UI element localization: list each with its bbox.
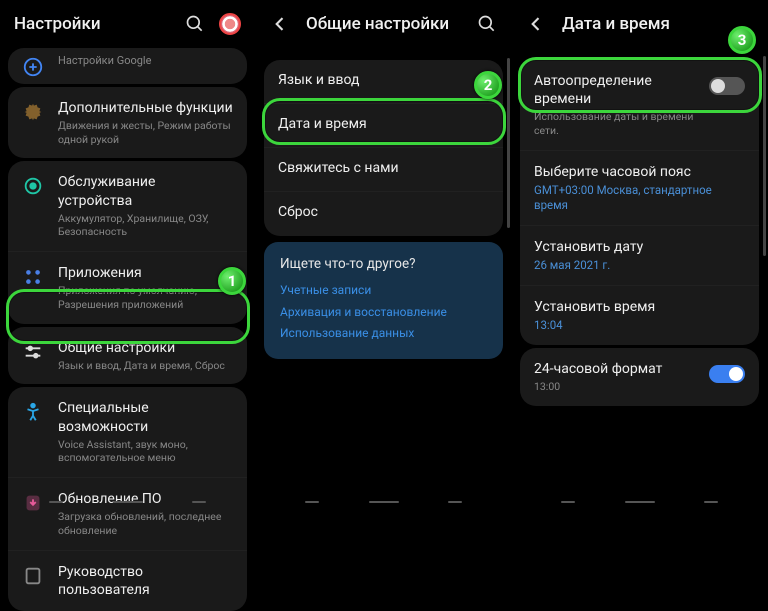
nav-bar[interactable] [256,491,511,513]
row-set-time[interactable]: Установить время 13:04 [520,286,759,345]
header-settings: Настройки [0,0,255,48]
row-sub: 13:04 [534,318,745,333]
card-advanced[interactable]: Дополнительные функции Движения и жесты, … [8,87,247,158]
row-timezone[interactable]: Выберите часовой пояс GMT+03:00 Москва, с… [520,151,759,226]
row-language[interactable]: Язык и ввод [264,60,503,104]
row-sub: Приложения по умолчанию, Разрешения прил… [58,284,233,311]
panel-general: Общие настройки Язык и ввод Дата и время… [256,0,512,513]
google-icon [22,56,44,78]
row-title: Приложения [58,264,233,282]
toggle-24h[interactable] [709,365,745,383]
step-badge-1: 1 [218,267,246,295]
suggest-link[interactable]: Использование данных [280,323,487,345]
back-icon[interactable] [526,14,546,34]
row-title: Установить время [534,298,745,316]
row-title: Обслуживание устройства [58,173,233,209]
header-title: Общие настройки [306,14,477,34]
scrollbar[interactable] [507,58,510,228]
row-sub: 26 мая 2021 г. [534,258,745,273]
row-title: 24-часовой формат [534,360,709,378]
row-sub: Voice Assistant, звук моно, вспомогатель… [58,438,233,465]
row-24h[interactable]: 24-часовой формат 13:00 [520,348,759,406]
row-title: Сброс [278,203,489,221]
row-update[interactable]: Обновление ПОЗагрузка обновлений, послед… [8,478,247,550]
panel-settings: Настройки Настройки Google Дополнительны… [0,0,256,513]
card-care: Обслуживание устройства Аккумулятор, Хран… [8,161,247,323]
row-reset[interactable]: Сброс [264,192,503,236]
row-title: Руководство пользователя [58,563,233,599]
row-title: Общие настройки [58,339,233,357]
row-sub: Использование даты и времени сети. [534,110,709,137]
row-device-care[interactable]: Обслуживание устройства Аккумулятор, Хран… [8,161,247,252]
row-set-date[interactable]: Установить дату 26 мая 2021 г. [520,226,759,286]
header-general: Общие настройки [256,0,511,48]
row-sub: Язык и ввод, Дата и время, Сброс [58,359,233,373]
row-title: Установить дату [534,238,745,256]
suggest-heading: Ищете что-то другое? [280,256,487,272]
row-title: Автоопределение времени [534,72,709,108]
suggest-link[interactable]: Архивация и восстановление [280,302,487,324]
gear-icon [22,101,44,123]
row-title: Язык и ввод [278,71,489,89]
row-contact[interactable]: Свяжитесь с нами [264,148,503,192]
row-title: Дата и время [278,115,489,133]
accessibility-icon [22,401,44,423]
nav-bar[interactable] [512,491,767,513]
header-title: Настройки [14,14,185,34]
row-title: Дополнительные функции [58,99,233,117]
suggest-card: Ищете что-то другое? Учетные записи Архи… [264,242,503,359]
row-datetime[interactable]: Дата и время [264,104,503,148]
book-icon [22,565,44,587]
row-title: Выберите часовой пояс [534,163,745,181]
row-title: Специальные возможности [58,399,233,435]
nav-bar[interactable] [0,491,255,513]
header-title: Дата и время [562,14,753,34]
panel-datetime: Дата и время Автоопределение времениИспо… [512,0,768,513]
back-icon[interactable] [270,14,290,34]
step-badge-3: 3 [728,26,756,54]
row-title: Настройки Google [58,54,233,68]
target-icon [22,175,44,197]
row-sub: GMT+03:00 Москва, стандартное время [534,183,745,213]
row-accessibility[interactable]: Специальные возможности Voice Assistant, … [8,387,247,478]
row-sub: Загрузка обновлений, последнее обновлени… [58,510,233,537]
row-apps[interactable]: Приложения Приложения по умолчанию, Разре… [8,252,247,323]
step-badge-2: 2 [474,71,502,99]
row-manual[interactable]: Руководство пользователя [8,551,247,611]
row-auto-time[interactable]: Автоопределение времениИспользование дат… [520,60,759,151]
search-icon[interactable] [185,14,205,34]
row-sub: 13:00 [534,380,709,394]
row-sub: Движения и жесты, Режим работы одной рук… [58,119,233,146]
row-title: Свяжитесь с нами [278,159,489,177]
card-general-items: Язык и ввод Дата и время Свяжитесь с нам… [264,60,503,236]
suggest-link[interactable]: Учетные записи [280,280,487,302]
card-dt-format: 24-часовой формат 13:00 [520,348,759,406]
sliders-icon [22,341,44,363]
scrollbar[interactable] [763,56,766,256]
card-google[interactable]: Настройки Google [8,48,247,84]
card-general[interactable]: Общие настройки Язык и ввод, Дата и время… [8,327,247,385]
card-dt-main: Автоопределение времениИспользование дат… [520,60,759,345]
toggle-auto-time[interactable] [709,77,745,95]
avatar[interactable] [219,13,241,35]
row-sub: Аккумулятор, Хранилище, ОЗУ, Безопасност… [58,212,233,239]
search-icon[interactable] [477,14,497,34]
apps-icon [22,266,44,288]
